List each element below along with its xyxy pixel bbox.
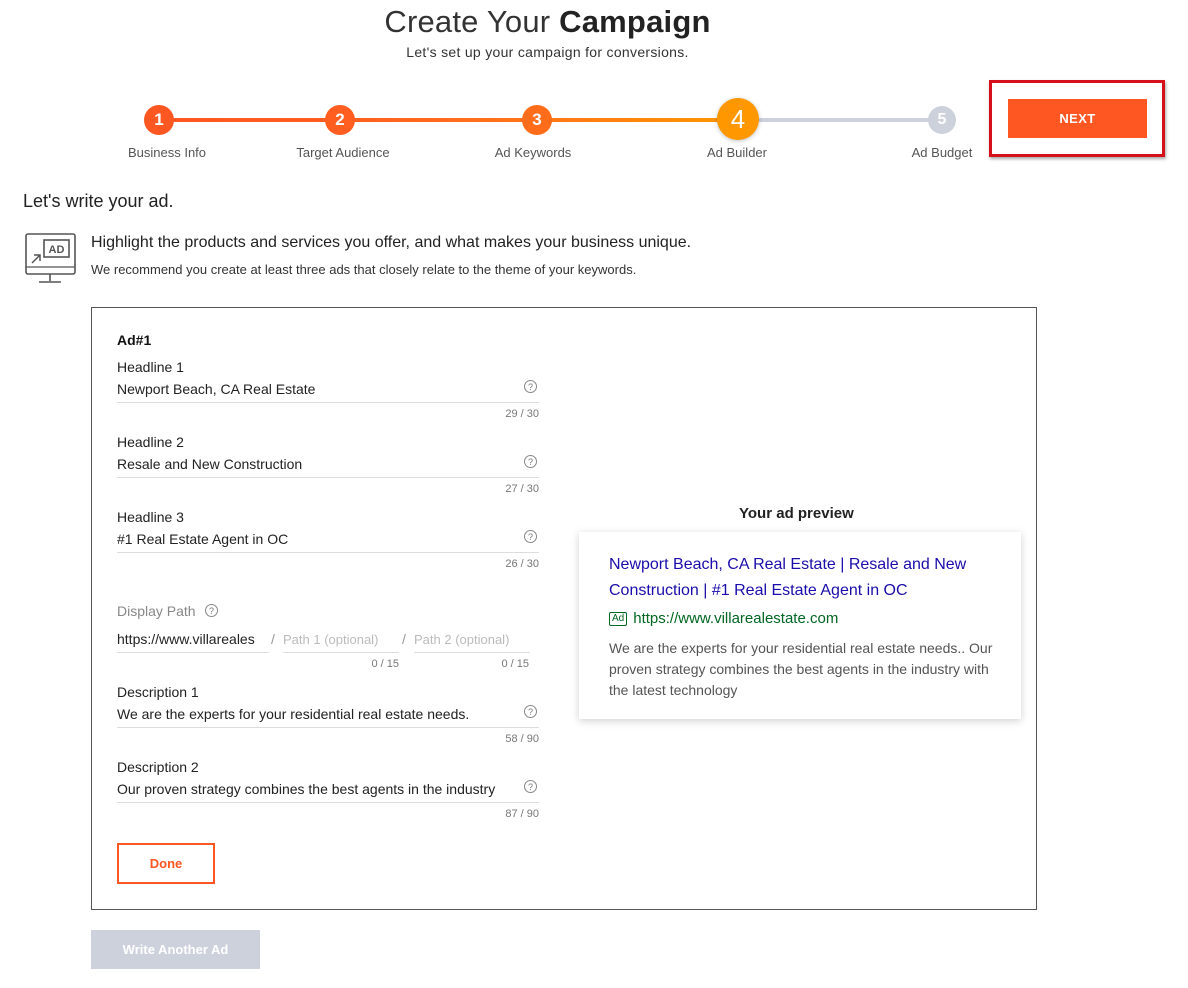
headline-2-underline (117, 477, 539, 478)
ad-icon-text: AD (49, 244, 65, 256)
preview-url-row: Ad https://www.villarealestate.com (609, 610, 838, 627)
path-1-counter: 0 / 15 (371, 658, 399, 670)
intro-headline: Highlight the products and services you … (91, 234, 692, 251)
path-1-underline (283, 652, 399, 653)
step-5-number: 5 (937, 111, 947, 128)
description-1-underline (117, 727, 539, 728)
description-1-help-icon[interactable]: ? (524, 705, 537, 718)
headline-2-input[interactable]: Resale and New Construction (117, 456, 302, 472)
step-connector-4 (738, 118, 942, 122)
ad-badge: Ad (609, 611, 628, 626)
section-title: Let's write your ad. (23, 191, 174, 211)
ad-number-label: Ad#1 (117, 332, 152, 348)
path-2-input[interactable]: Path 2 (optional) (414, 632, 509, 647)
headline-3-counter: 26 / 30 (505, 558, 539, 570)
page-subtitle: Let's set up your campaign for conversio… (406, 44, 689, 60)
path-2-underline (414, 652, 530, 653)
page-title-light: Create Your (384, 4, 551, 39)
write-another-ad-button[interactable]: Write Another Ad (91, 930, 260, 969)
step-connector-2 (340, 118, 537, 122)
ad-preview-card: Newport Beach, CA Real Estate | Resale a… (579, 532, 1021, 719)
page-title-bold: Campaign (559, 4, 711, 39)
headline-1-input[interactable]: Newport Beach, CA Real Estate (117, 381, 315, 397)
step-4-number: 4 (730, 103, 746, 134)
headline-1-help-icon[interactable]: ? (524, 380, 537, 393)
description-1-counter: 58 / 90 (505, 733, 539, 745)
description-2-help-icon[interactable]: ? (524, 780, 537, 793)
page-title: Create Your Campaign (0, 4, 1095, 40)
step-1-label: Business Info (127, 145, 207, 160)
headline-3-label: Headline 3 (117, 509, 184, 525)
step-2-circle[interactable]: 2 (325, 105, 355, 135)
description-2-input[interactable]: Our proven strategy combines the best ag… (117, 781, 495, 797)
step-5-circle: 5 (928, 106, 956, 134)
headline-2-counter: 27 / 30 (505, 483, 539, 495)
headline-1-counter: 29 / 30 (505, 408, 539, 420)
path-separator-1: / (271, 631, 275, 647)
preview-url: https://www.villarealestate.com (633, 610, 839, 627)
headline-2-label: Headline 2 (117, 434, 184, 450)
path-2-counter: 0 / 15 (501, 658, 529, 670)
step-4-label: Ad Builder (707, 145, 767, 160)
display-path-domain: https://www.villareales (117, 631, 255, 647)
done-button[interactable]: Done (117, 843, 215, 884)
description-1-input[interactable]: We are the experts for your residential … (117, 706, 469, 722)
step-1-number: 1 (154, 110, 164, 129)
description-1-label: Description 1 (117, 684, 199, 700)
intro-subtext: We recommend you create at least three a… (91, 262, 637, 277)
step-3-number: 3 (532, 110, 542, 129)
step-connector-1 (158, 118, 340, 122)
step-3-label: Ad Keywords (494, 145, 572, 160)
headline-1-label: Headline 1 (117, 359, 184, 375)
path-1-input[interactable]: Path 1 (optional) (283, 632, 378, 647)
path-separator-2: / (402, 631, 406, 647)
description-2-label: Description 2 (117, 759, 199, 775)
next-button[interactable]: NEXT (1008, 99, 1147, 138)
display-path-help-icon[interactable]: ? (205, 604, 218, 617)
ad-monitor-icon: AD (23, 231, 77, 287)
headline-3-underline (117, 552, 539, 553)
step-2-number: 2 (335, 110, 345, 129)
preview-description: We are the experts for your residential … (609, 640, 993, 698)
headline-1-underline (117, 402, 539, 403)
step-1-circle[interactable]: 1 (144, 105, 174, 135)
step-2-label: Target Audience (296, 145, 390, 160)
headline-3-input[interactable]: #1 Real Estate Agent in OC (117, 531, 288, 547)
description-2-underline (117, 802, 539, 803)
display-path-label: Display Path (117, 603, 196, 619)
ad-preview-title: Your ad preview (739, 505, 854, 522)
headline-2-help-icon[interactable]: ? (524, 455, 537, 468)
headline-3-help-icon[interactable]: ? (524, 530, 537, 543)
step-connector-3 (537, 118, 738, 122)
preview-headline: Newport Beach, CA Real Estate | Resale a… (609, 556, 967, 599)
description-2-counter: 87 / 90 (505, 808, 539, 820)
step-3-circle[interactable]: 3 (522, 105, 552, 135)
display-path-domain-underline (117, 652, 269, 653)
step-4-circle[interactable]: 4 (717, 98, 759, 140)
